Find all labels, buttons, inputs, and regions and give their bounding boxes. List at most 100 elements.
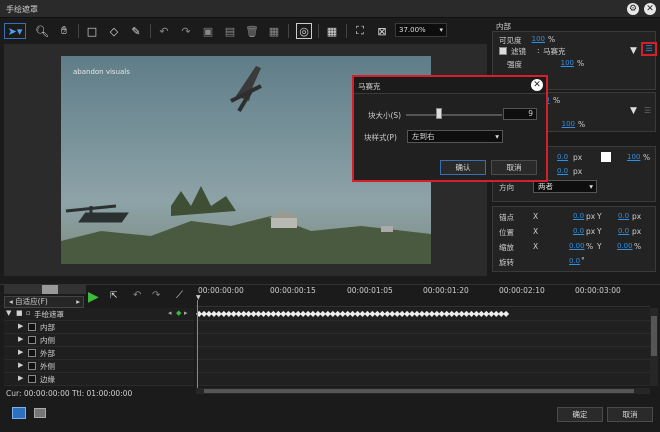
actual-size-icon[interactable]: ⊠ (374, 23, 390, 39)
keyframe-row-outer-side[interactable] (196, 360, 650, 373)
timeline-redo-icon[interactable]: ↷ (152, 290, 160, 301)
pct-unit: % (586, 242, 594, 251)
dialog-ok-button[interactable]: 确认 (440, 160, 486, 175)
export-frame-icon[interactable]: ⇱ (110, 291, 118, 301)
pct-unit: % (553, 96, 561, 105)
track-inner-side[interactable]: ▶ 内侧 (4, 334, 194, 347)
settings-icon[interactable]: ⚙ (627, 3, 639, 15)
layer-icon[interactable]: ▦ (266, 23, 282, 39)
outside-feather-value[interactable]: 0.0 (557, 167, 568, 175)
visibility-label: 可见度 (499, 36, 522, 45)
y-label: Y (597, 227, 602, 236)
timeline-zoom-slider[interactable] (4, 285, 86, 294)
delete-icon[interactable]: 🗑︎ (244, 23, 260, 39)
track-edge[interactable]: ▶ 边缘 (4, 373, 194, 386)
track-outer-side[interactable]: ▶ 外侧 (4, 360, 194, 373)
y-label: Y (597, 212, 602, 221)
hand-tool-icon[interactable]: ✋︎ (56, 23, 72, 39)
px-unit: px (586, 227, 596, 236)
cancel-button[interactable]: 取消 (607, 407, 653, 422)
horizontal-scrollbar[interactable] (196, 388, 650, 394)
grid-icon[interactable]: ▦ (324, 23, 340, 39)
color-opacity-value[interactable]: 100 (627, 153, 640, 161)
filter-list-icon[interactable]: ☰ (641, 42, 657, 56)
zoom-tool-icon[interactable]: 🔍︎ (34, 23, 50, 39)
timeline-zoom-handle[interactable] (42, 285, 58, 294)
track-inside-label: 内部 (40, 323, 55, 332)
copy-icon[interactable]: ▣ (200, 23, 216, 39)
dialog-cancel-button[interactable]: 取消 (491, 160, 537, 175)
ok-button[interactable]: 确定 (557, 407, 603, 422)
paste-icon[interactable]: ▤ (222, 23, 238, 39)
scale-label: 缩放 (499, 243, 514, 252)
px-unit: px (632, 227, 642, 236)
ruler-time-1: 00:00:00:15 (270, 286, 316, 295)
track-outside-label: 外部 (40, 349, 55, 358)
strength-value[interactable]: 100 (556, 59, 574, 67)
ruler-time-0: 00:00:00:00 (198, 286, 244, 295)
undo-icon[interactable]: ↶ (156, 23, 172, 39)
block-size-label: 块大小(S) (368, 111, 402, 120)
transform-group: 锚点 X 0.0 px Y 0.0 px 位置 X 0.0 px Y 0.0 p… (492, 206, 656, 272)
rotate-label: 旋转 (499, 258, 514, 267)
brush-tool-icon[interactable]: ✎ (128, 23, 144, 39)
track-outside[interactable]: ▶ 外部 (4, 347, 194, 360)
scale-x-value[interactable]: 0.00 (569, 242, 585, 250)
rotate-value[interactable]: 0.0 (569, 257, 580, 265)
ellipse-tool-icon[interactable]: ◇ (106, 23, 122, 39)
visibility-value[interactable]: 100 (527, 35, 545, 43)
filter-checkbox[interactable] (499, 47, 507, 55)
track-root[interactable]: ▼ ■ ▫ 手绘遮罩 ◂ ◆ ▸ (4, 308, 194, 321)
colon: : (537, 46, 540, 55)
keyframe-row-inside[interactable] (196, 321, 650, 334)
pointer-tool-icon[interactable]: ➤▾ (4, 23, 26, 39)
block-size-slider-handle[interactable] (436, 108, 442, 119)
zoom-select[interactable]: 37.00% ▾ (395, 23, 447, 37)
anchor-label: 锚点 (499, 213, 514, 222)
track-inner-side-label: 内侧 (40, 336, 55, 345)
filter2-list-icon[interactable]: ☰ (644, 106, 651, 115)
px-unit: px (586, 212, 596, 221)
compare-mode-icon[interactable] (34, 408, 46, 418)
dialog-title-bar: 马赛克 ✕ (354, 77, 546, 94)
position-y-value[interactable]: 0.0 (618, 227, 629, 235)
dialog-title: 马赛克 (358, 82, 381, 91)
position-x-value[interactable]: 0.0 (573, 227, 584, 235)
timeline-undo-icon[interactable]: ↶ (133, 290, 141, 301)
dialog-close-icon[interactable]: ✕ (531, 79, 543, 91)
filter-label: 滤镜 (511, 47, 526, 56)
block-size-slider[interactable] (406, 114, 502, 116)
strength2-value[interactable]: 100 (557, 120, 575, 128)
playhead-line (197, 300, 198, 392)
close-icon[interactable]: ✕ (644, 3, 656, 15)
ruler-time-5: 00:00:03:00 (575, 286, 621, 295)
outside-width-value[interactable]: 0.0 (557, 153, 568, 161)
track-inside[interactable]: ▶ 内部 (4, 321, 194, 334)
keyframe-row-inner-side[interactable] (196, 334, 650, 347)
keyframe-markers[interactable]: ◆◆◆◆◆◆◆◆◆◆◆◆◆◆◆◆◆◆◆◆◆◆◆◆◆◆◆◆◆◆◆◆◆◆◆◆◆◆◆◆… (196, 309, 650, 319)
x-label: X (533, 212, 539, 221)
block-size-input[interactable]: 9 (503, 108, 537, 120)
keyframe-row-edge[interactable] (196, 373, 650, 386)
fit-frame-icon[interactable]: ⛶ (352, 23, 368, 39)
redo-icon[interactable]: ↷ (178, 23, 194, 39)
vertical-scrollbar[interactable] (650, 308, 658, 386)
snapshot-icon[interactable]: ◎ (296, 23, 312, 39)
block-style-select[interactable]: 左到右 ▾ (407, 130, 503, 143)
graph-icon[interactable]: ⟋ (176, 290, 183, 301)
anchor-y-value[interactable]: 0.0 (618, 212, 629, 220)
fit-select[interactable]: ◂ 自适应(F) ▸ (4, 296, 84, 308)
play-icon[interactable]: ▶ (88, 289, 99, 305)
scale-y-value[interactable]: 0.00 (617, 242, 633, 250)
px-unit: px (632, 212, 642, 221)
keyframe-row-outside[interactable] (196, 347, 650, 360)
filter-icon[interactable]: ▼ (630, 46, 637, 56)
rectangle-tool-icon[interactable]: □ (84, 23, 100, 39)
x-label: X (533, 227, 539, 236)
position-label: 位置 (499, 228, 514, 237)
color-swatch[interactable] (601, 152, 611, 162)
strength-label: 强度 (507, 60, 522, 69)
anchor-x-value[interactable]: 0.0 (573, 212, 584, 220)
filter2-icon[interactable]: ▼ (630, 106, 637, 116)
preview-mode-icon[interactable] (12, 407, 26, 419)
